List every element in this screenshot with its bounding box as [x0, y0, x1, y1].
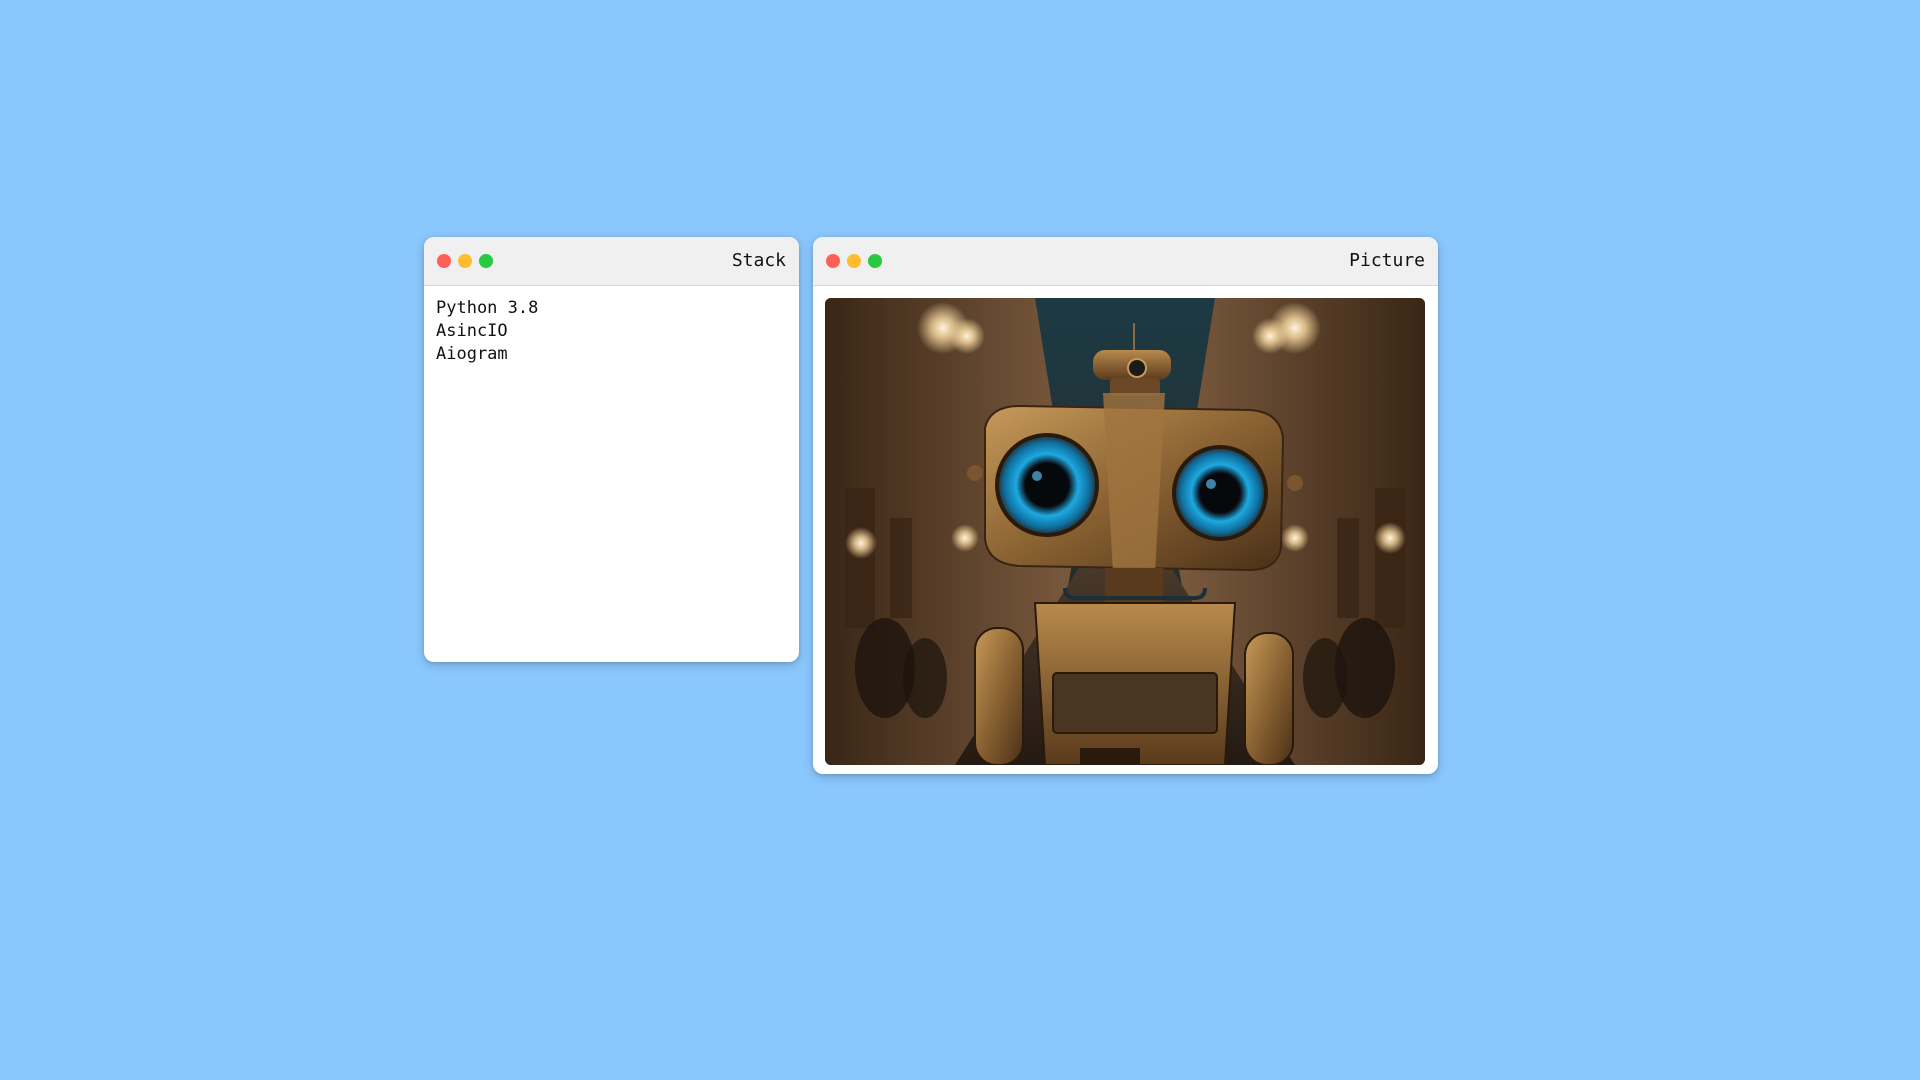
stack-window-titlebar[interactable]: Stack: [424, 237, 799, 286]
minimize-window-button[interactable]: [458, 254, 472, 268]
stack-item: AsincIO: [436, 321, 508, 341]
robot-photo: [825, 298, 1425, 765]
maximize-window-button[interactable]: [868, 254, 882, 268]
stack-item: Python 3.8: [436, 298, 539, 318]
stack-window[interactable]: Stack Python 3.8 AsincIO Aiogram: [424, 237, 799, 662]
stack-list: Python 3.8 AsincIO Aiogram: [436, 297, 538, 366]
window-title: Stack: [731, 250, 786, 271]
minimize-window-button[interactable]: [847, 254, 861, 268]
picture-window[interactable]: Picture: [813, 237, 1438, 774]
maximize-window-button[interactable]: [479, 254, 493, 268]
stack-item: Aiogram: [436, 344, 508, 364]
close-window-button[interactable]: [826, 254, 840, 268]
picture-window-titlebar[interactable]: Picture: [813, 237, 1438, 286]
close-window-button[interactable]: [437, 254, 451, 268]
window-title: Picture: [1349, 250, 1425, 271]
